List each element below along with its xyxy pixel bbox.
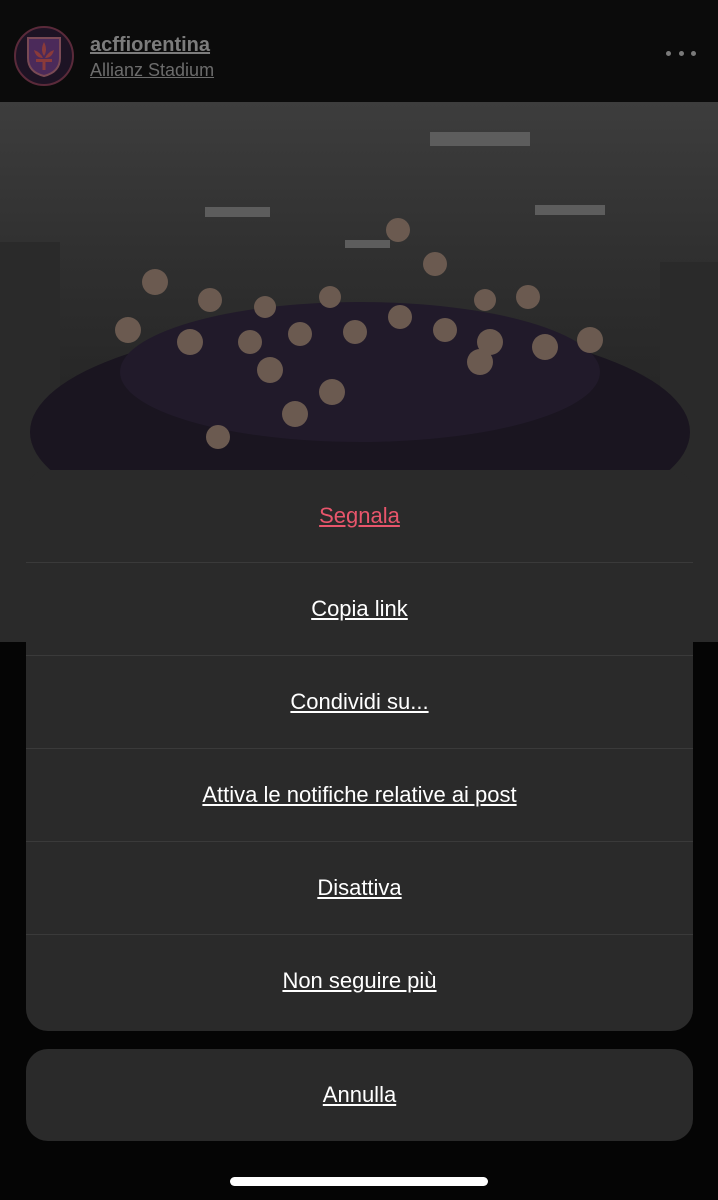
- more-horizontal-icon[interactable]: [666, 48, 696, 58]
- post-username[interactable]: acffiorentina: [90, 34, 210, 57]
- mute-button[interactable]: Disattiva: [26, 841, 693, 934]
- copy-link-button[interactable]: Copia link: [26, 562, 693, 655]
- unfollow-button[interactable]: Non seguire più: [26, 934, 693, 1027]
- profile-avatar[interactable]: [14, 26, 74, 86]
- post-location[interactable]: Allianz Stadium: [90, 60, 214, 81]
- report-button[interactable]: Segnala: [26, 470, 693, 562]
- home-indicator[interactable]: [230, 1177, 488, 1186]
- cancel-button[interactable]: Annulla: [26, 1049, 693, 1141]
- turn-on-post-notifications-button[interactable]: Attiva le notifiche relative ai post: [26, 748, 693, 841]
- action-sheet: Segnala Copia link Condividi su... Attiv…: [26, 470, 693, 1031]
- post-header: acffiorentina Allianz Stadium: [0, 0, 718, 102]
- share-to-button[interactable]: Condividi su...: [26, 655, 693, 748]
- fiorentina-lily-crest-icon: [27, 37, 61, 78]
